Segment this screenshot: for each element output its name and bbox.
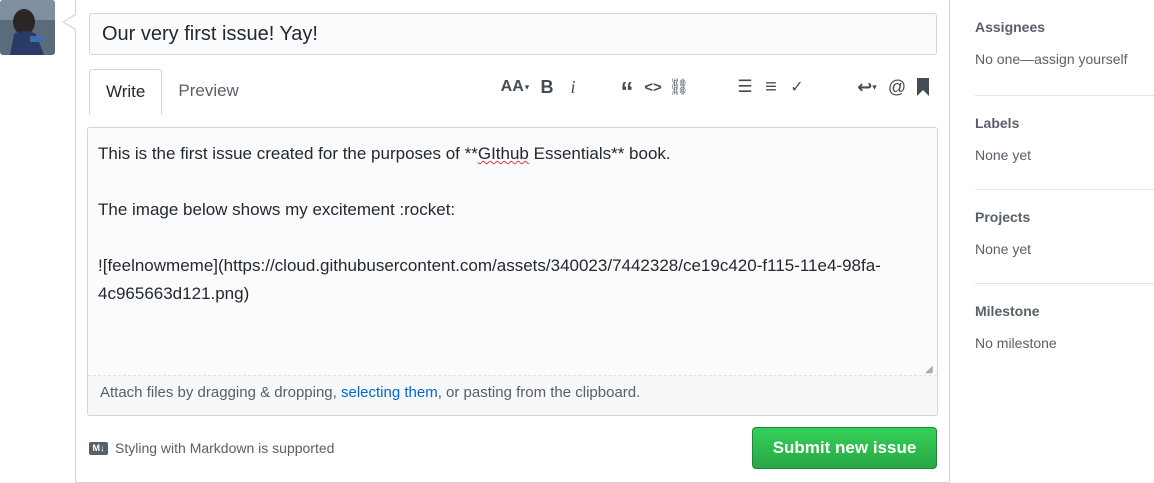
task-list-icon[interactable]: ✓ — [786, 75, 808, 99]
attach-files-hint: Attach files by dragging & dropping, sel… — [100, 384, 641, 401]
tab-write[interactable]: Write — [89, 69, 163, 115]
milestone-title: Milestone — [975, 303, 1040, 319]
issue-title-input[interactable] — [89, 13, 937, 55]
bold-icon[interactable]: B — [536, 75, 558, 99]
link-icon[interactable]: ⛓ — [668, 75, 690, 99]
markdown-support-note[interactable]: M↓ Styling with Markdown is supported — [89, 440, 334, 456]
assignees-title: Assignees — [975, 19, 1046, 35]
editor-tabs: Write Preview — [89, 69, 255, 115]
projects-title: Projects — [975, 209, 1031, 225]
comment-body-textarea[interactable]: This is the first issue created for the … — [88, 128, 937, 376]
header-text-icon[interactable]: AA ▾ — [498, 75, 532, 99]
italic-icon[interactable]: i — [562, 75, 584, 99]
saved-reply-icon[interactable] — [912, 75, 934, 99]
labels-title: Labels — [975, 115, 1020, 131]
insert-toolbar: “ <> ⛓ — [616, 73, 694, 106]
avatar[interactable] — [0, 0, 55, 55]
extra-toolbar: ↩ ▾ @ — [852, 73, 938, 101]
markdown-icon: M↓ — [89, 441, 108, 455]
resize-handle-icon[interactable]: ◢ — [925, 364, 935, 375]
assignees-value[interactable]: No one—assign yourself — [975, 51, 1154, 67]
divider — [975, 95, 1154, 96]
milestone-section[interactable]: Milestone No milestone — [975, 303, 1154, 351]
avatar-image — [0, 0, 55, 55]
comment-editor: This is the first issue created for the … — [87, 127, 938, 416]
divider — [975, 189, 1154, 190]
mention-icon[interactable]: @ — [886, 75, 908, 99]
assignees-section[interactable]: Assignees No one—assign yourself — [975, 19, 1154, 67]
reply-icon[interactable]: ↩ ▾ — [852, 75, 882, 99]
code-icon[interactable]: <> — [642, 75, 664, 99]
divider — [975, 283, 1154, 284]
panel-pointer — [62, 14, 76, 30]
milestone-value: No milestone — [975, 335, 1057, 351]
quote-icon[interactable]: “ — [616, 75, 638, 106]
labels-value: None yet — [975, 147, 1032, 163]
projects-value: None yet — [975, 241, 1032, 257]
projects-section[interactable]: Projects None yet — [975, 209, 1154, 257]
submit-issue-button[interactable]: Submit new issue — [752, 427, 937, 469]
misspelled-word: GIthub — [477, 144, 529, 163]
formatting-toolbar: AA ▾ B i — [498, 73, 588, 101]
tab-preview[interactable]: Preview — [162, 69, 254, 115]
ordered-list-icon[interactable]: ≡ — [760, 75, 782, 99]
list-toolbar: ☰ ≡ ✓ — [734, 73, 812, 101]
unordered-list-icon[interactable]: ☰ — [734, 75, 756, 99]
labels-section[interactable]: Labels None yet — [975, 115, 1154, 163]
select-files-link[interactable]: selecting them — [341, 384, 438, 401]
